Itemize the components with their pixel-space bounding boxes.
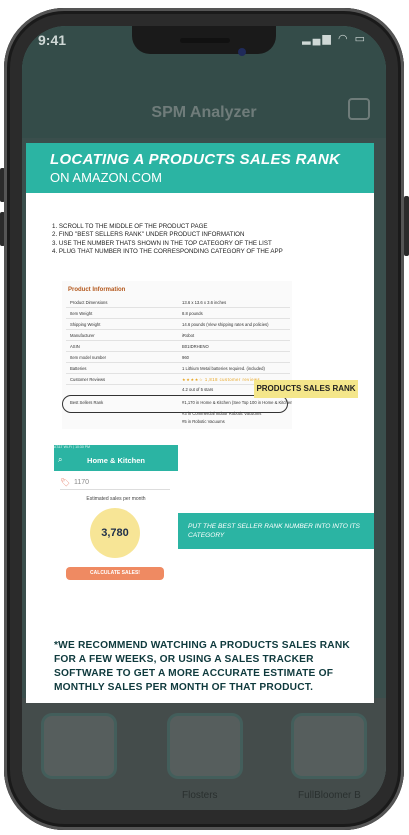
row-key: Manufacturer — [70, 333, 95, 338]
table-row: Item model number 960 — [66, 352, 290, 363]
row-value: iRobot — [182, 333, 195, 338]
table-row: #5 in Robotic Vacuums — [66, 416, 290, 426]
steps-list: 1. SCROLL TO THE MIDDLE OF THE PRODUCT P… — [52, 223, 362, 257]
row-key: Customer Reviews — [70, 377, 106, 382]
front-camera — [238, 48, 246, 56]
power-button — [404, 196, 409, 256]
row-key: ASIN — [70, 344, 80, 349]
row-key: Product Dimensions — [70, 300, 108, 305]
instruction-callout: PUT THE BEST SELLER RANK NUMBER INTO INT… — [178, 513, 374, 549]
row-key: Item model number — [70, 355, 107, 360]
status-time: 9:41 — [38, 32, 67, 48]
estimated-sales-label: Estimated sales per month — [86, 496, 146, 502]
mini-app-title: Home & Kitchen — [87, 456, 145, 465]
table-row: Item Weight 8.8 pounds — [66, 308, 290, 319]
product-information-title: Product Information — [68, 287, 126, 293]
banner-subtitle: ON AMAZON.COM — [50, 170, 162, 185]
status-icons: ▂▄▆ ◠ ▭ — [302, 33, 367, 45]
row-value: 960 — [182, 355, 189, 360]
banner-title: LOCATING A PRODUCTS SALES RANK — [50, 151, 341, 168]
step-item: 4. PLUG THAT NUMBER INTO THE CORRESPONDI… — [52, 248, 283, 256]
instruction-text: PUT THE BEST SELLER RANK NUMBER INTO INT… — [188, 523, 360, 539]
table-row: Shipping Weight 14.6 pounds (View shippin… — [66, 319, 290, 330]
products-sales-rank-label: PRODUCTS SALES RANK — [254, 380, 358, 398]
table-row: Product Dimensions 13.6 x 13.6 x 3.6 inch… — [66, 297, 290, 308]
step-item: 2. FIND "BEST SELLERS RANK" UNDER PRODUC… — [52, 231, 245, 239]
row-value: 1 Lithium Metal batteries required. (inc… — [182, 366, 265, 371]
row-value: 13.6 x 13.6 x 3.6 inches — [182, 300, 227, 305]
infographic-card: LOCATING A PRODUCTS SALES RANK ON AMAZON… — [26, 143, 374, 703]
step-item: 1. SCROLL TO THE MIDDLE OF THE PRODUCT P… — [52, 223, 208, 230]
speaker — [180, 38, 230, 43]
mini-app-screenshot: AT&T Wi-Fi ⟨ 10:30 PM ⌕ Home & Kitchen 🏷… — [54, 445, 178, 585]
mini-app-header: ⌕ Home & Kitchen — [54, 451, 178, 471]
phone-mockup: SPM Analyzer Flosters FullBloomer B 9:41… — [0, 0, 409, 835]
rank-input: 1170 — [74, 479, 90, 486]
row-value: 8.8 pounds — [182, 311, 203, 316]
step-item: 3. USE THE NUMBER THATS SHOWN IN THE TOP… — [52, 239, 272, 247]
table-row: ASIN B01IDRHENO — [66, 341, 290, 352]
row-key: Shipping Weight — [70, 322, 101, 327]
row-key: Batteries — [70, 366, 87, 371]
tag-icon: 🏷 — [60, 478, 71, 487]
table-row: Manufacturer iRobot — [66, 330, 290, 341]
table-row: Batteries 1 Lithium Metal batteries requi… — [66, 363, 290, 374]
row-value: B01IDRHENO — [182, 344, 209, 349]
rank-input-underline — [60, 489, 170, 490]
estimate-circle: 3,780 — [90, 508, 140, 558]
row-key: Item Weight — [70, 311, 93, 316]
row-value: #5 in Robotic Vacuums — [182, 419, 225, 424]
calculate-sales-button: CALCULATE SALES! — [66, 567, 164, 580]
row-value: 14.6 pounds (View shipping rates and pol… — [182, 322, 269, 327]
banner: LOCATING A PRODUCTS SALES RANK ON AMAZON… — [26, 143, 374, 193]
recommendation-note: *WE RECOMMEND WATCHING A PRODUCTS SALES … — [54, 640, 350, 693]
